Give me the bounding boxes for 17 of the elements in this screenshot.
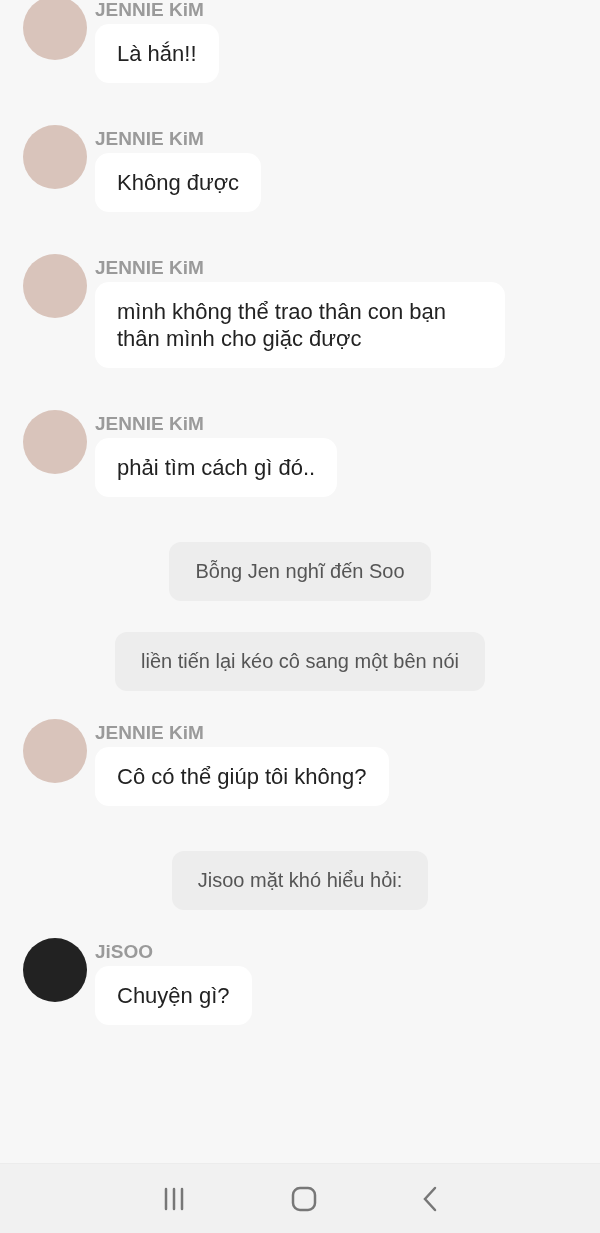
message-bubble: Là hắn!! — [95, 24, 219, 83]
narration-bubble: liền tiến lại kéo cô sang một bên nói — [115, 632, 485, 691]
message-bubble: Không được — [95, 153, 262, 212]
home-icon[interactable] — [291, 1185, 317, 1212]
sender-name: JENNIE KiM — [95, 413, 204, 435]
message-bubble: mình không thể trao thân con bạn thân mình cho giặc được — [95, 282, 505, 368]
sender-name: JENNIE KiM — [95, 128, 204, 150]
sender-name: JiSOO — [95, 941, 154, 963]
narration-bubble: Jisoo mặt khó hiểu hỏi: — [171, 851, 429, 910]
sender-name: JENNIE KiM — [95, 722, 204, 744]
sender-name: JENNIE KiM — [95, 257, 204, 279]
message-bubble: phải tìm cách gì đó.. — [95, 438, 338, 497]
message-bubble: Cô có thể giúp tôi không? — [95, 747, 389, 806]
message-bubble: Chuyện gì? — [95, 966, 252, 1025]
sender-name: JENNIE KiM — [95, 0, 204, 21]
narration-bubble: Bỗng Jen nghĩ đến Soo — [169, 542, 431, 601]
back-icon[interactable] — [421, 1185, 438, 1212]
